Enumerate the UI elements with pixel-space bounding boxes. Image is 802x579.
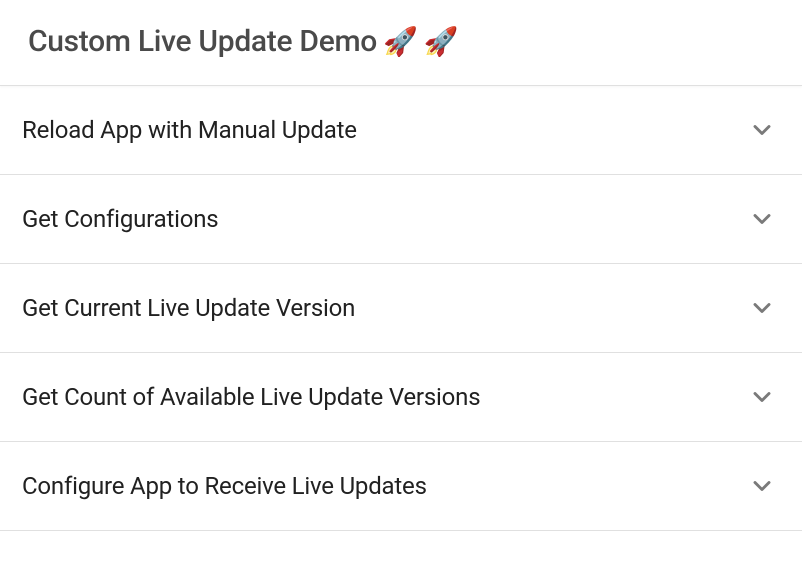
accordion-item-configure-app[interactable]: Configure App to Receive Live Updates: [0, 442, 802, 531]
rocket-icon: 🚀: [383, 25, 418, 58]
accordion-item-label: Configure App to Receive Live Updates: [22, 472, 427, 500]
accordion-item-get-configurations[interactable]: Get Configurations: [0, 175, 802, 264]
chevron-down-icon: [748, 294, 776, 322]
accordion-item-get-current-version[interactable]: Get Current Live Update Version: [0, 264, 802, 353]
page-header: Custom Live Update Demo 🚀 🚀: [0, 0, 802, 86]
accordion-item-label: Reload App with Manual Update: [22, 116, 357, 144]
accordion-list: Reload App with Manual Update Get Config…: [0, 86, 802, 531]
chevron-down-icon: [748, 205, 776, 233]
chevron-down-icon: [748, 383, 776, 411]
chevron-down-icon: [748, 472, 776, 500]
chevron-down-icon: [748, 116, 776, 144]
page-title: Custom Live Update Demo 🚀 🚀: [28, 24, 774, 59]
accordion-item-get-count-versions[interactable]: Get Count of Available Live Update Versi…: [0, 353, 802, 442]
accordion-item-label: Get Configurations: [22, 205, 218, 233]
page-title-text: Custom Live Update Demo: [28, 24, 377, 59]
accordion-item-label: Get Current Live Update Version: [22, 294, 355, 322]
accordion-item-reload-app[interactable]: Reload App with Manual Update: [0, 86, 802, 175]
accordion-item-label: Get Count of Available Live Update Versi…: [22, 383, 480, 411]
rocket-icon: 🚀: [424, 25, 459, 58]
